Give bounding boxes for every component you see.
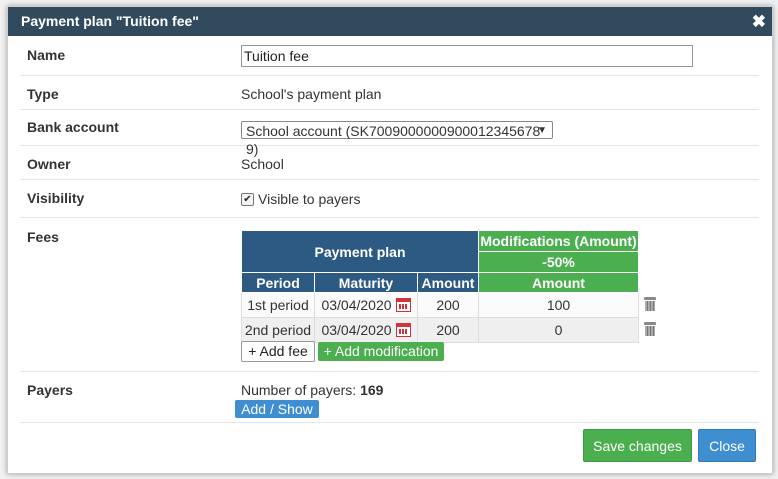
type-value: School's payment plan — [241, 86, 382, 102]
calendar-icon[interactable] — [395, 298, 411, 312]
table-row: 2nd period 03/04/2020 200 0 — [241, 317, 662, 343]
amount-cell[interactable]: 200 — [417, 317, 479, 343]
maturity-value[interactable]: 03/04/2020 — [321, 322, 391, 338]
name-label: Name — [27, 47, 66, 63]
dialog-titlebar: Payment plan "Tuition fee" ✖ — [8, 7, 772, 36]
amount-cell[interactable]: 200 — [417, 292, 479, 318]
payment-plan-dialog: Payment plan "Tuition fee" ✖ Name Type S… — [7, 6, 773, 474]
close-button[interactable]: Close — [698, 429, 756, 462]
name-input[interactable] — [241, 45, 693, 67]
visibility-label: Visibility — [27, 190, 85, 206]
modification-percent: -50% — [478, 251, 639, 273]
bank-account-select[interactable]: School account (SK7009000000900012345678… — [241, 121, 553, 157]
save-button[interactable]: Save changes — [583, 429, 692, 462]
payers-count-text: Number of payers: 169 — [241, 382, 383, 398]
owner-label: Owner — [27, 156, 71, 172]
fees-label: Fees — [27, 229, 59, 245]
payers-count: 169 — [360, 382, 384, 398]
owner-row: Owner School — [20, 146, 759, 180]
period-cell: 1st period — [241, 292, 315, 318]
maturity-cell: 03/04/2020 — [314, 317, 418, 343]
type-row: Type School's payment plan — [20, 76, 759, 110]
bank-account-row: Bank account School account (SK700900000… — [20, 110, 759, 157]
mod-amount-cell[interactable]: 100 — [478, 292, 639, 318]
add-show-button[interactable]: Add / Show — [235, 400, 319, 418]
visibility-row: Visibility ✔ Visible to payers — [20, 180, 759, 218]
add-fee-button[interactable]: + Add fee — [241, 341, 315, 362]
payers-count-label: Number of payers: — [241, 382, 357, 398]
visible-to-payers-checkbox[interactable]: ✔ — [241, 193, 254, 206]
name-row: Name — [20, 36, 759, 76]
payers-row: Payers Number of payers: 169 Add / Show — [20, 372, 759, 423]
mod-amount-column-header: Amount — [478, 272, 639, 293]
maturity-value[interactable]: 03/04/2020 — [321, 297, 391, 313]
period-column-header: Period — [241, 272, 315, 293]
visible-to-payers-label: Visible to payers — [258, 191, 361, 207]
fees-table: Payment plan Modifications (Amount) -50%… — [241, 230, 662, 343]
maturity-cell: 03/04/2020 — [314, 292, 418, 318]
trash-icon[interactable] — [644, 296, 656, 311]
type-label: Type — [27, 86, 59, 102]
trash-icon[interactable] — [644, 321, 657, 336]
maturity-column-header: Maturity — [314, 272, 418, 293]
chevron-down-icon: ▼ — [537, 125, 547, 136]
mod-amount-cell[interactable]: 0 — [478, 317, 639, 343]
fees-row: Fees Payment plan Modifications (Amount)… — [20, 218, 759, 372]
close-icon[interactable]: ✖ — [752, 7, 766, 36]
bank-account-label: Bank account — [27, 119, 119, 135]
amount-column-header: Amount — [417, 272, 479, 293]
calendar-icon[interactable] — [395, 323, 411, 337]
table-row: 1st period 03/04/2020 200 100 — [241, 292, 662, 318]
payers-label: Payers — [27, 382, 73, 398]
payment-plan-header: Payment plan — [241, 230, 479, 273]
add-modification-button[interactable]: + Add modification — [318, 342, 444, 361]
period-cell: 2nd period — [241, 317, 315, 343]
owner-value: School — [241, 156, 284, 172]
modifications-header: Modifications (Amount) — [478, 230, 639, 252]
dialog-title: Payment plan "Tuition fee" — [21, 13, 199, 29]
